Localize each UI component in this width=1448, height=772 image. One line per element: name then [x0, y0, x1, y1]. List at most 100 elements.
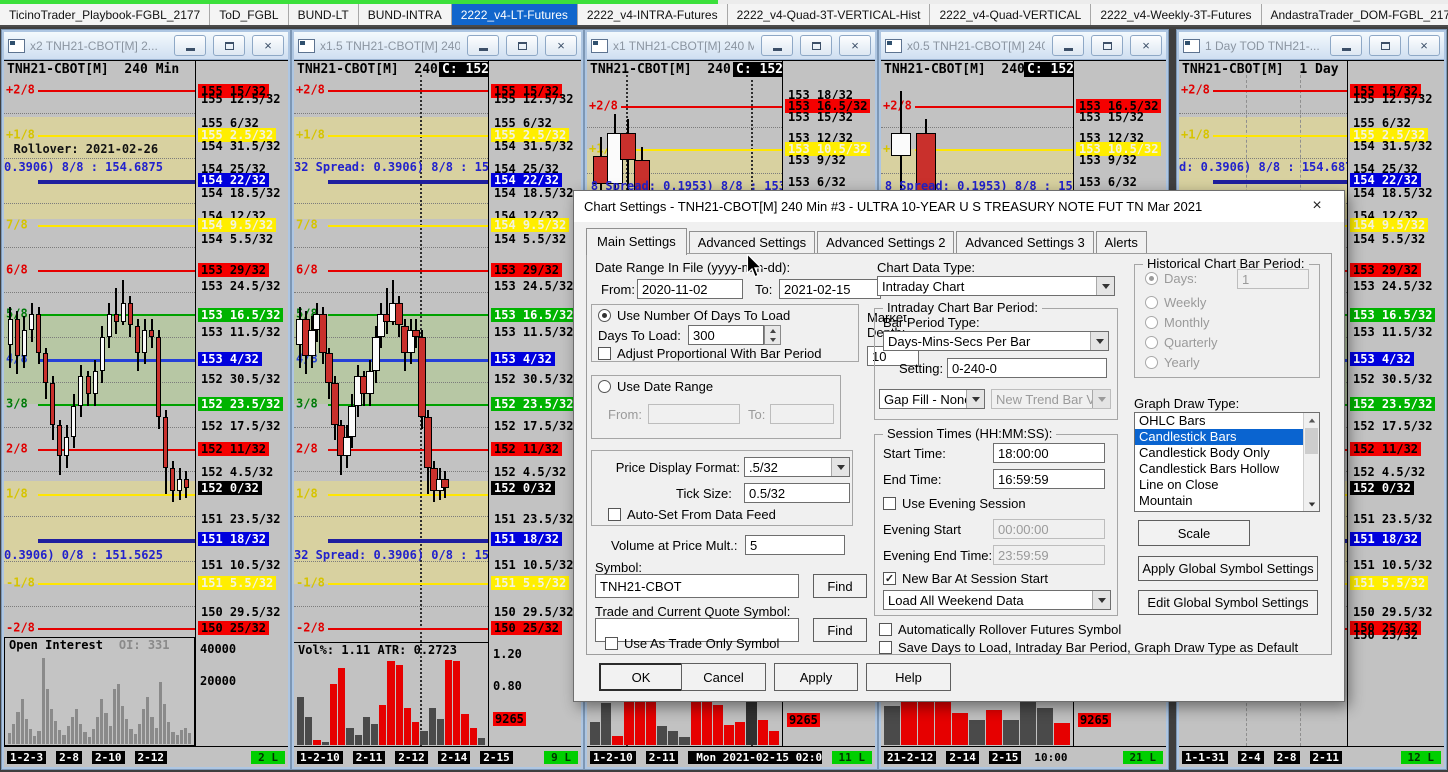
- edit-global-button[interactable]: Edit Global Symbol Settings: [1138, 590, 1318, 615]
- evening-session-checkbox[interactable]: Use Evening Session: [883, 496, 1026, 511]
- price-scale[interactable]: 155 15/32 155 12.5/32 155 6/32 155 2.5/32 15…: [1348, 61, 1444, 746]
- workspace-tab[interactable]: 2222_v4-INTRA-Futures: [577, 4, 728, 25]
- hist-days-input[interactable]: 1: [1237, 269, 1309, 289]
- list-scrollbar[interactable]: [1303, 413, 1319, 511]
- maximize-button[interactable]: [800, 35, 832, 56]
- trade-only-checkbox[interactable]: Use As Trade Only Symbol: [605, 636, 779, 651]
- minimize-button[interactable]: [467, 35, 499, 56]
- dialog-titlebar[interactable]: Chart Settings - TNH21-CBOT[M] 240 Min #…: [574, 191, 1344, 222]
- close-icon[interactable]: ×: [252, 35, 284, 56]
- bar-period-type-select[interactable]: Days-Mins-Secs Per Bar: [883, 331, 1109, 351]
- workspace-tab[interactable]: AndastraTrader_DOM-FGBL_2177: [1261, 4, 1448, 25]
- window-titlebar[interactable]: x1.5 TNH21-CBOT[M] 240 Mi... ×: [294, 32, 581, 60]
- evening-start-input[interactable]: 00:00:00: [993, 519, 1105, 539]
- date-to-input[interactable]: 2021-02-15: [779, 279, 881, 299]
- use-days-radio[interactable]: Use Number Of Days To Load: [598, 308, 790, 323]
- ok-button[interactable]: OK: [599, 663, 683, 691]
- price-scale[interactable]: 155 15/32 155 12.5/32 155 6/32 155 2.5/32 15…: [196, 61, 288, 746]
- apply-button[interactable]: Apply: [774, 663, 858, 691]
- price-scale[interactable]: 155 15/32 155 12.5/32 155 6/32 155 2.5/32 15…: [489, 61, 581, 746]
- maximize-button[interactable]: [213, 35, 245, 56]
- symbol-input[interactable]: TNH21-CBOT: [595, 574, 799, 598]
- bar-period-setting-input[interactable]: 0-240-0: [947, 358, 1107, 378]
- minimize-button[interactable]: [174, 35, 206, 56]
- chart-data-type-select[interactable]: Intraday Chart: [877, 276, 1115, 296]
- candlestick: [64, 436, 70, 457]
- plot-area[interactable]: TNH21-CBOT[M] 240 Min +2/8+1/87/86/85/84…: [4, 61, 196, 746]
- use-date-range-radio[interactable]: Use Date Range: [598, 379, 713, 394]
- evening-end-input[interactable]: 23:59:59: [993, 545, 1105, 565]
- trade-find-button[interactable]: Find: [813, 618, 867, 642]
- close-icon[interactable]: ×: [545, 35, 577, 56]
- hist-days-radio[interactable]: Days:: [1145, 271, 1197, 286]
- hist-yearly-radio[interactable]: Yearly: [1145, 355, 1200, 370]
- scroll-down-icon[interactable]: [1304, 497, 1319, 511]
- window-titlebar[interactable]: x2 TNH21-CBOT[M] 2... ×: [4, 32, 288, 60]
- dialog-tab[interactable]: Advanced Settings: [688, 231, 816, 254]
- weekend-data-select[interactable]: Load All Weekend Data: [883, 590, 1111, 610]
- plot-area[interactable]: TNH21-CBOT[M] 240 Min #2 C: 152 +2/8 +1/8…: [294, 61, 489, 746]
- window-titlebar[interactable]: x1 TNH21-CBOT[M] 240 Min ... ×: [587, 32, 875, 60]
- rollover-checkbox[interactable]: Automatically Rollover Futures Symbol: [879, 622, 1121, 637]
- auto-set-checkbox[interactable]: Auto-Set From Data Feed: [608, 507, 776, 522]
- dialog-tab[interactable]: Alerts: [1095, 231, 1147, 254]
- hist-monthly-radio[interactable]: Monthly: [1145, 315, 1210, 330]
- workspace-tab[interactable]: 2222_v4-LT-Futures: [451, 4, 578, 25]
- minimize-button[interactable]: [1052, 35, 1084, 56]
- close-icon[interactable]: ×: [1300, 191, 1334, 221]
- list-item[interactable]: Candlestick Body Only: [1135, 445, 1304, 461]
- save-default-checkbox[interactable]: Save Days to Load, Intraday Bar Period, …: [879, 640, 1298, 655]
- maximize-button[interactable]: [1369, 35, 1401, 56]
- maximize-button[interactable]: [506, 35, 538, 56]
- close-icon[interactable]: ×: [1130, 35, 1162, 56]
- list-item[interactable]: Candlestick Bars Hollow: [1135, 461, 1304, 477]
- date-from-input[interactable]: 2020-11-02: [637, 279, 743, 299]
- new-bar-checkbox[interactable]: ✓ New Bar At Session Start: [883, 571, 1048, 586]
- progress-bar: [0, 0, 718, 4]
- window-titlebar[interactable]: 1 Day TOD TNH21-... ×: [1179, 32, 1444, 60]
- tick-size-input[interactable]: 0.5/32: [744, 483, 850, 503]
- scale-button[interactable]: Scale: [1138, 520, 1250, 546]
- list-item[interactable]: Line on Close: [1135, 477, 1304, 493]
- hist-weekly-radio[interactable]: Weekly: [1145, 295, 1206, 310]
- session-end-input[interactable]: 16:59:59: [993, 469, 1105, 489]
- close-icon[interactable]: ×: [839, 35, 871, 56]
- dialog-tab[interactable]: Main Settings: [586, 228, 687, 255]
- scrollbar-thumb[interactable]: [1305, 428, 1318, 454]
- workspace-tab[interactable]: TicinoTrader_Playbook-FGBL_2177: [0, 4, 211, 25]
- symbol-find-button[interactable]: Find: [813, 574, 867, 598]
- apply-global-button[interactable]: Apply Global Symbol Settings: [1138, 556, 1318, 581]
- list-item[interactable]: OHLC Bars: [1135, 413, 1304, 429]
- window-titlebar[interactable]: x0.5 TNH21-CBOT[M] 240 Mi... ×: [881, 32, 1166, 60]
- volume-mult-input[interactable]: 5: [745, 535, 845, 555]
- cancel-button[interactable]: Cancel: [681, 663, 766, 691]
- session-start-input[interactable]: 18:00:00: [993, 443, 1105, 463]
- list-item[interactable]: Candlestick Bars: [1135, 429, 1304, 445]
- workspace-tab[interactable]: BUND-LT: [288, 4, 359, 25]
- workspace-tab[interactable]: 2222_v4-Quad-VERTICAL: [930, 4, 1092, 25]
- price-display-format-select[interactable]: .5/32: [744, 457, 850, 477]
- gap-fill-select[interactable]: Gap Fill - None: [879, 389, 985, 409]
- workspace-tab[interactable]: BUND-INTRA: [358, 4, 452, 25]
- days-spinner[interactable]: [764, 325, 781, 345]
- price-scale-label: 153 6/32: [1079, 175, 1137, 190]
- range-from-input[interactable]: [648, 404, 740, 424]
- minimize-button[interactable]: [1330, 35, 1362, 56]
- dialog-tab[interactable]: Advanced Settings 2: [817, 231, 955, 254]
- scroll-up-icon[interactable]: [1304, 413, 1319, 427]
- help-button[interactable]: Help: [866, 663, 951, 691]
- new-trend-bar-select[interactable]: New Trend Bar V: [991, 389, 1111, 409]
- graph-draw-type-list[interactable]: OHLC Bars Candlestick Bars Candlestick Bod…: [1134, 412, 1320, 512]
- maximize-button[interactable]: [1091, 35, 1123, 56]
- workspace-tab[interactable]: ToD_FGBL: [210, 4, 289, 25]
- close-icon[interactable]: ×: [1408, 35, 1440, 56]
- workspace-tab[interactable]: 2222_v4-Quad-3T-VERTICAL-Hist: [727, 4, 931, 25]
- workspace-tab[interactable]: 2222_v4-Weekly-3T-Futures: [1091, 4, 1262, 25]
- range-to-input[interactable]: [770, 404, 834, 424]
- minimize-button[interactable]: [761, 35, 793, 56]
- dialog-tab[interactable]: Advanced Settings 3: [956, 231, 1094, 254]
- list-item[interactable]: Mountain: [1135, 493, 1304, 509]
- days-to-load-input[interactable]: 300: [688, 325, 764, 345]
- hist-quarterly-radio[interactable]: Quarterly: [1145, 335, 1217, 350]
- adjust-proportional-checkbox[interactable]: Adjust Proportional With Bar Period: [598, 346, 821, 361]
